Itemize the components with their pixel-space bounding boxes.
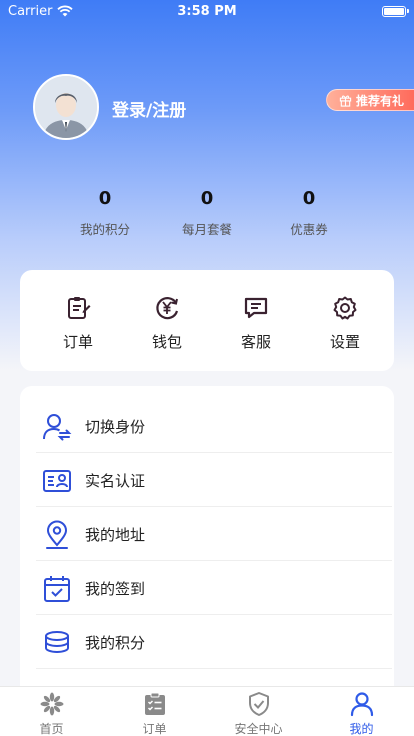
tab-security-center[interactable]: 安全中心 <box>207 687 310 736</box>
menu-item-switch-identity[interactable]: 切换身份 <box>36 399 392 453</box>
order-clipboard-icon <box>68 297 91 319</box>
menu-item-label: 我的签到 <box>85 580 146 598</box>
home-pinwheel-icon <box>40 692 64 716</box>
quick-action-label: 钱包 <box>151 333 182 351</box>
stat-coupons[interactable]: 0 优惠券 <box>259 188 359 238</box>
referral-label: 推荐有礼 <box>355 93 404 108</box>
menu-item-check-in[interactable]: 我的签到 <box>36 561 392 615</box>
avatar[interactable] <box>33 74 99 140</box>
tab-home[interactable]: 首页 <box>0 687 103 736</box>
quick-actions-card: 订单 钱包 客服 设置 <box>20 270 394 371</box>
tab-orders[interactable]: 订单 <box>103 687 206 736</box>
stat-points[interactable]: 0 我的积分 <box>55 188 155 238</box>
shield-check-icon <box>249 692 269 716</box>
stat-label: 我的积分 <box>79 222 130 237</box>
tab-label: 首页 <box>39 722 64 736</box>
person-icon <box>350 692 374 717</box>
location-pin-icon <box>46 520 68 549</box>
stat-value: 0 <box>302 188 316 209</box>
stat-label: 优惠券 <box>290 222 328 237</box>
tab-mine[interactable]: 我的 <box>310 687 413 736</box>
chat-icon <box>244 297 268 319</box>
bottom-tab-bar: 首页 订单 安全中心 我的 <box>0 686 414 736</box>
menu-item-real-name[interactable]: 实名认证 <box>36 453 392 507</box>
tab-label: 订单 <box>142 722 167 736</box>
menu-list-card: 切换身份 实名认证 我的地址 我的签到 我的积分 <box>20 386 394 736</box>
carrier-label: Carrier <box>8 3 53 19</box>
quick-action-label: 设置 <box>329 333 360 351</box>
stat-label: 每月套餐 <box>181 222 232 237</box>
tab-label: 我的 <box>349 722 374 736</box>
id-card-icon <box>43 470 71 492</box>
wifi-icon <box>57 5 74 17</box>
calendar-check-icon <box>44 576 70 602</box>
order-list-icon <box>145 692 165 715</box>
battery-icon <box>382 5 409 17</box>
quick-action-settings[interactable]: 设置 <box>305 270 385 371</box>
referral-badge[interactable]: 推荐有礼 <box>325 89 414 111</box>
quick-action-label: 订单 <box>62 333 93 351</box>
quick-action-orders[interactable]: 订单 <box>38 270 118 371</box>
stat-value: 0 <box>200 188 214 209</box>
tab-label: 安全中心 <box>234 722 283 736</box>
login-register-link[interactable]: 登录/注册 <box>112 96 186 121</box>
quick-action-label: 客服 <box>240 333 271 351</box>
quick-action-wallet[interactable]: 钱包 <box>127 270 207 371</box>
default-avatar-icon <box>35 76 97 138</box>
wallet-yen-icon <box>156 297 179 320</box>
menu-item-points[interactable]: 我的积分 <box>36 615 392 669</box>
stat-monthly-plan[interactable]: 0 每月套餐 <box>157 188 257 238</box>
coins-stack-icon <box>45 631 69 654</box>
quick-action-customer-service[interactable]: 客服 <box>216 270 296 371</box>
menu-item-label: 实名认证 <box>85 472 146 490</box>
status-bar: Carrier 3:58 PM <box>0 0 414 22</box>
menu-item-address[interactable]: 我的地址 <box>36 507 392 561</box>
menu-item-label: 我的地址 <box>85 526 146 544</box>
gift-icon <box>339 95 352 107</box>
switch-user-icon <box>43 414 72 441</box>
stat-value: 0 <box>98 188 112 209</box>
gear-icon <box>333 296 357 320</box>
menu-item-label: 我的积分 <box>85 634 146 652</box>
menu-item-label: 切换身份 <box>85 418 146 436</box>
